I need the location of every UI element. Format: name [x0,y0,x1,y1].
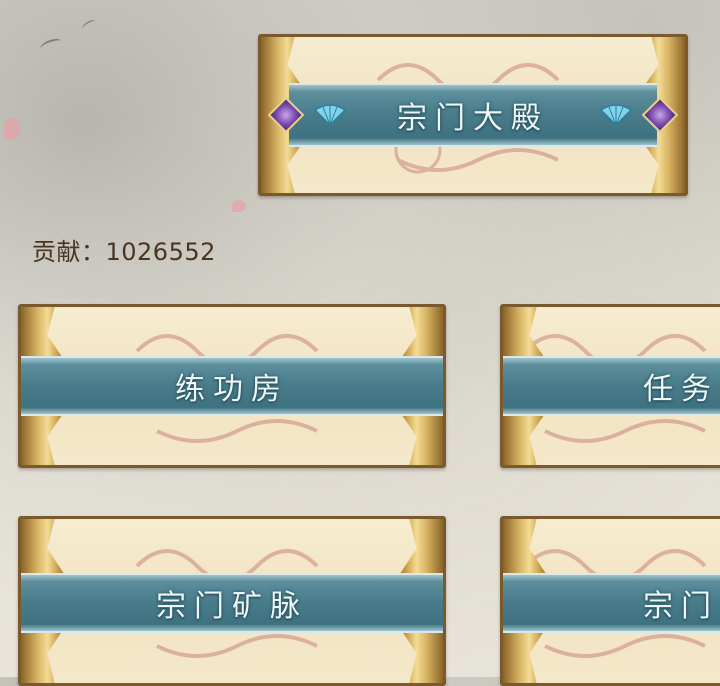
blue-fan-icon [313,104,347,126]
training-room-button[interactable]: 练功房 [18,304,446,468]
petal-decoration [232,200,246,212]
bird-decoration [80,18,98,32]
sect-label: 宗门 [643,589,719,624]
contribution-value: 1026552 [105,238,216,266]
banner-band: 练功房 [21,356,443,416]
training-room-label: 练功房 [175,372,289,407]
banner-band: 宗门 [503,573,720,633]
petal-decoration [4,118,20,140]
sect-hall-button[interactable]: 宗门大殿 [258,34,688,196]
tasks-label: 任务 [643,372,719,407]
sect-mine-button[interactable]: 宗门矿脉 [18,516,446,686]
contribution-display: 贡献：1026552 [32,232,216,267]
sect-hall-label: 宗门大殿 [397,101,549,136]
blue-fan-icon [599,104,633,126]
sect-mine-label: 宗门矿脉 [156,589,308,624]
bird-decoration [38,36,64,54]
banner-band: 任务 [503,356,720,416]
contribution-label: 贡献： [32,238,106,266]
banner-band: 宗门矿脉 [21,573,443,633]
tasks-button[interactable]: 任务 [500,304,720,468]
sect-button[interactable]: 宗门 [500,516,720,686]
